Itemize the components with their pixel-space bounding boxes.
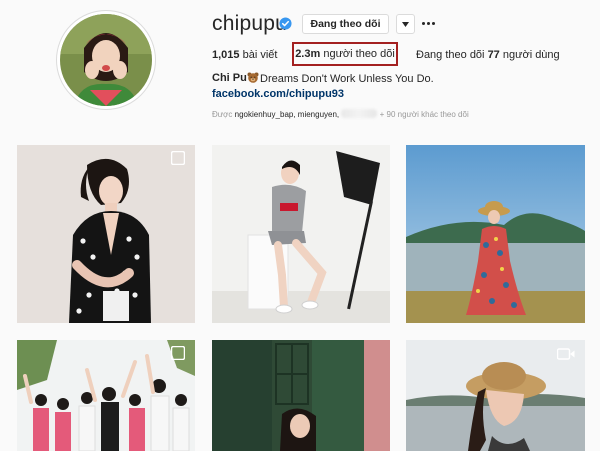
post-thumbnail[interactable] <box>17 340 195 451</box>
post-image-group-cheer <box>17 340 195 451</box>
verified-badge-icon <box>279 17 292 30</box>
profile-website-link[interactable]: facebook.com/chipupu93 <box>212 88 344 100</box>
post-thumbnail[interactable] <box>17 145 195 323</box>
video-icon <box>557 348 575 360</box>
bio-text: Dreams Don't Work Unless You Do. <box>260 73 434 85</box>
following-count: 77 <box>487 49 500 61</box>
followed-by-line: Được ngokienhuy_bap, mienguyen, + 90 ngư… <box>212 109 469 119</box>
avatar <box>60 14 152 106</box>
profile-username: chipupu <box>212 12 287 35</box>
followers-count: 2.3m <box>295 48 321 60</box>
post-thumbnail[interactable] <box>212 340 390 451</box>
following-prefix: Đang theo dõi <box>416 49 485 61</box>
posts-count: 1,015 <box>212 49 240 61</box>
followed-by-prefix: Được <box>212 110 233 119</box>
post-image-polka-dress <box>17 145 195 323</box>
bear-face-icon <box>247 72 259 83</box>
profile-bio: Dreams Don't Work Unless You Do. <box>247 72 434 85</box>
post-thumbnail[interactable] <box>212 145 390 323</box>
followers-link[interactable]: 2.3m người theo dõi <box>292 42 398 66</box>
more-options-icon[interactable] <box>422 18 436 28</box>
suggestions-dropdown-button[interactable] <box>396 14 415 34</box>
post-thumbnail[interactable] <box>406 145 585 323</box>
post-image-lake-dress <box>406 145 585 323</box>
posts-label: bài viết <box>242 49 278 61</box>
following-link[interactable]: Đang theo dõi 77 người dùng <box>416 49 560 61</box>
following-button[interactable]: Đang theo dõi <box>302 14 389 34</box>
profile-full-name: Chi Pu <box>212 72 247 84</box>
post-image-studio-sitting <box>212 145 390 323</box>
post-image-green-window <box>212 340 390 451</box>
followed-by-names[interactable]: ngokienhuy_bap, mienguyen, <box>235 110 340 119</box>
following-label: người dùng <box>502 49 560 61</box>
profile-avatar-frame[interactable] <box>56 10 156 110</box>
blurred-username <box>341 109 378 118</box>
followers-label: người theo dõi <box>323 48 395 60</box>
posts-count-stat: 1,015 bài viết <box>212 49 277 61</box>
post-thumbnail[interactable] <box>406 340 585 451</box>
chevron-down-icon <box>402 21 409 27</box>
followed-by-suffix[interactable]: + 90 người khác theo dõi <box>380 110 469 119</box>
carousel-icon <box>171 346 185 360</box>
carousel-icon <box>171 151 185 165</box>
